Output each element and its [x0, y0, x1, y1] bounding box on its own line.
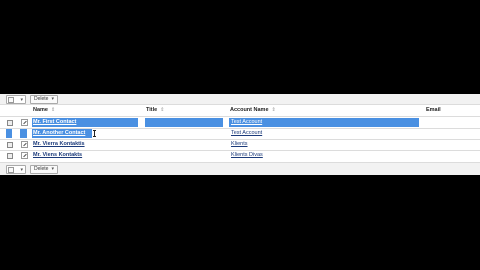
- row-checkbox[interactable]: [7, 153, 13, 159]
- table-row[interactable]: Mr. Vierra Kontaktis Klients: [0, 139, 480, 150]
- sort-icon[interactable]: ⇕: [160, 107, 164, 113]
- select-all-dropdown[interactable]: ▾: [6, 165, 26, 174]
- top-action-bar: ▾ Delete ▾: [0, 94, 480, 105]
- bottom-action-bar: ▾ Delete ▾: [0, 162, 480, 175]
- row-checkbox[interactable]: [7, 142, 13, 148]
- account-name-link[interactable]: Test Account: [231, 119, 262, 125]
- contacts-list-panel: ▾ Delete ▾ Name ⇕ Title ⇕ Account Name ⇕ Ema…: [0, 94, 480, 175]
- contact-name-link[interactable]: Mr. First Contact: [33, 119, 76, 125]
- sort-icon[interactable]: ⇕: [51, 107, 55, 113]
- table-row[interactable]: Mr. Viens Kontakts Klients Divas: [0, 150, 480, 161]
- chevron-down-icon: ▾: [51, 96, 54, 102]
- chevron-down-icon: ▾: [51, 166, 54, 172]
- contact-name-link[interactable]: Mr. Viens Kontakts: [33, 152, 82, 158]
- column-header-email-label: Email: [426, 107, 441, 113]
- column-header-title[interactable]: Title ⇕: [146, 107, 164, 113]
- delete-button-label: Delete: [34, 166, 49, 172]
- table-row[interactable]: Mr. Another Contact Test Account: [0, 128, 480, 139]
- select-all-checkbox[interactable]: [8, 97, 14, 103]
- row-selection-highlight: [145, 118, 223, 127]
- contact-name-link[interactable]: Mr. Another Contact: [33, 130, 85, 136]
- account-name-link[interactable]: Test Account: [231, 130, 262, 136]
- column-header-account-name-label: Account Name: [230, 107, 269, 113]
- column-header-account-name[interactable]: Account Name ⇕: [230, 107, 276, 113]
- column-header-name-label: Name: [33, 107, 48, 113]
- row-selection-highlight: [20, 129, 27, 138]
- account-name-link[interactable]: Klients Divas: [231, 152, 263, 158]
- edit-icon[interactable]: [21, 119, 28, 126]
- account-name-link[interactable]: Klients: [231, 141, 248, 147]
- table-row[interactable]: Mr. First Contact Test Account: [0, 117, 480, 128]
- edit-icon[interactable]: [21, 152, 28, 159]
- column-header-title-label: Title: [146, 107, 158, 113]
- delete-button[interactable]: Delete ▾: [30, 165, 58, 174]
- column-header-email[interactable]: Email: [426, 107, 441, 113]
- delete-button-label: Delete: [34, 96, 49, 102]
- sort-icon[interactable]: ⇕: [272, 107, 276, 113]
- contact-name-link[interactable]: Mr. Vierra Kontaktis: [33, 141, 85, 147]
- row-selection-highlight: [6, 129, 12, 138]
- column-header-name[interactable]: Name ⇕: [33, 107, 55, 113]
- chevron-down-icon: ▾: [20, 167, 23, 173]
- delete-button[interactable]: Delete ▾: [30, 95, 58, 104]
- chevron-down-icon: ▾: [20, 97, 23, 103]
- edit-icon[interactable]: [21, 141, 28, 148]
- row-checkbox[interactable]: [7, 120, 13, 126]
- text-cursor-icon: [93, 130, 96, 137]
- select-all-checkbox[interactable]: [8, 167, 14, 173]
- select-all-dropdown[interactable]: ▾: [6, 95, 26, 104]
